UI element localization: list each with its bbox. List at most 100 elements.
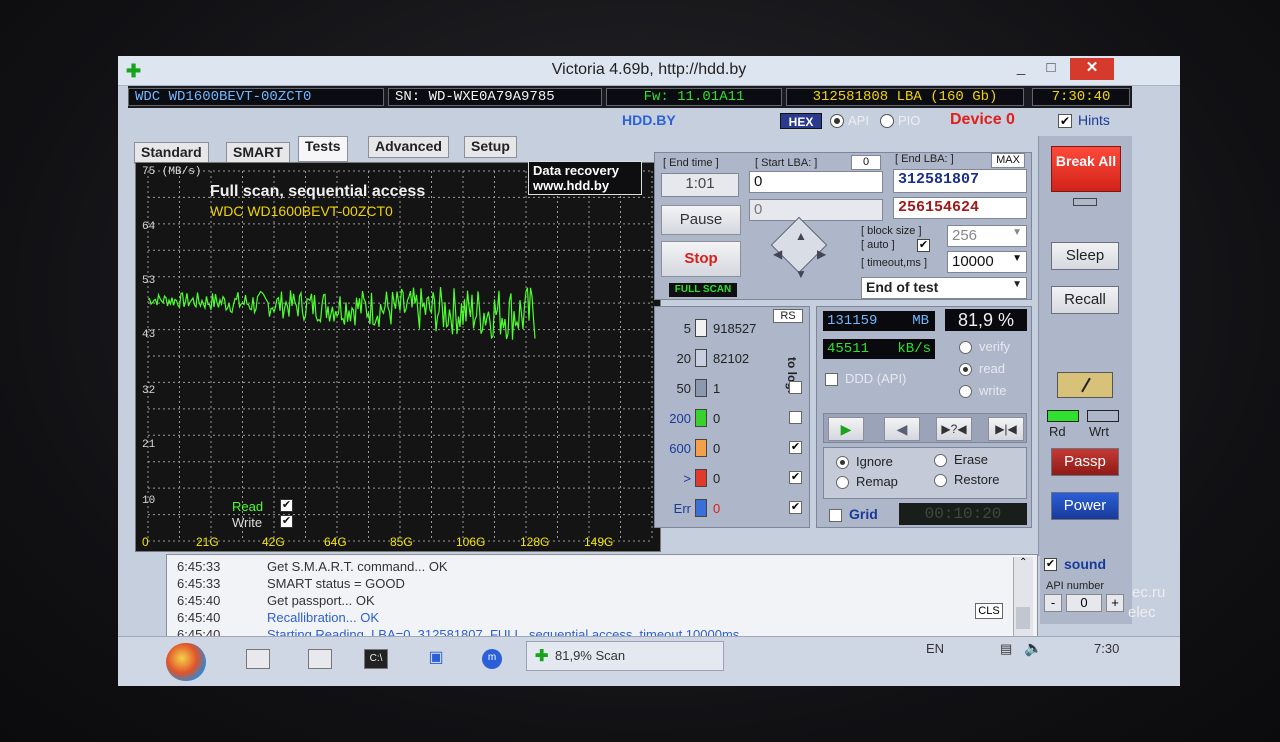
task-victoria-icon: ✚ [535,648,549,665]
hex-button[interactable]: HEX [780,113,822,129]
play-button[interactable]: ▶ [828,417,864,441]
counter-ms-label: 50 [676,381,691,396]
auto-checkbox[interactable]: ✔ [917,239,930,252]
taskbar-clock[interactable]: 7:30 [1094,641,1119,656]
progress-stats-panel: 131159 MB 81,9 % 45511 kB/s DDD (API) veri… [816,306,1032,528]
log-time: 6:45:40 [177,610,221,625]
y-tick: 32 [142,385,156,397]
save-icon[interactable]: ▣ [424,649,448,669]
api-minus-button[interactable]: - [1044,594,1062,612]
read-radio[interactable] [959,363,972,376]
timeout-field[interactable]: 10000 ▼ [947,251,1027,273]
counter-ms-label: 200 [669,411,691,426]
ignore-radio[interactable] [836,456,849,469]
write-radio[interactable] [959,385,972,398]
recall-button[interactable]: Recall [1051,286,1119,314]
volume-icon[interactable]: 🔈 [1024,639,1043,657]
playback-bar: ▶ ◀ ▶?◀ ▶|◀ [823,413,1027,443]
grid-label: Grid [849,506,878,522]
verify-radio[interactable] [959,341,972,354]
jump-button[interactable]: ▶?◀ [936,417,972,441]
log-checkbox[interactable] [789,411,802,424]
task-victoria[interactable]: ✚ 81,9% Scan [526,641,724,671]
api-number-field[interactable]: 0 [1066,594,1102,612]
scroll-up-icon[interactable]: ⌃ [1019,557,1027,568]
log-time: 6:45:40 [177,593,221,608]
rs-button[interactable]: RS [773,309,803,323]
passp-button[interactable]: Passp [1051,448,1119,476]
activity-meter-icon [1057,372,1113,398]
break-all-button[interactable]: Break All [1051,146,1121,192]
language-indicator[interactable]: EN [926,641,944,656]
block-size-value: 256 [952,227,978,244]
max-button[interactable]: MAX [991,153,1025,168]
legend-read-checkbox[interactable]: ✔ [280,499,293,512]
start-button[interactable] [166,643,206,681]
end-of-test-select[interactable]: End of test ▼ [861,277,1027,299]
tab-advanced[interactable]: Advanced [368,136,449,158]
counter-value: 0 [713,411,721,426]
direction-pad[interactable]: ▲ ▼ ◀ ▶ [755,216,841,293]
block-size-field[interactable]: 256 ▼ [947,225,1027,247]
network-icon[interactable]: ▤ [1000,641,1012,657]
counter-value: 0 [713,441,721,456]
remap-radio[interactable] [836,476,849,489]
tab-setup[interactable]: Setup [464,136,517,158]
break-indicator [1073,198,1097,206]
browser-icon[interactable]: m [482,649,502,669]
log-checkbox[interactable]: ✔ [789,501,802,514]
arrow-down-icon[interactable]: ▼ [795,267,807,281]
api-radio[interactable] [830,114,844,128]
restore-radio[interactable] [934,474,947,487]
log-checkbox[interactable] [789,381,802,394]
end-lba-field[interactable]: 312581807 [893,169,1027,193]
grid-checkbox[interactable] [829,509,842,522]
access-time-counters: RS to log: 5 918527 20 82102 50 1 200 0 600 0 ✔ >0 ✔… [654,306,810,528]
sleep-button[interactable]: Sleep [1051,242,1119,270]
pause-button[interactable]: Pause [661,205,741,235]
restore-label: Restore [954,472,1000,487]
y-tick: 64 [142,221,156,233]
counter-ms-label: Err [673,501,691,516]
end-time-field[interactable]: 1:01 [661,173,739,197]
current-lba-field: 0 [749,199,883,221]
stop-button[interactable]: Stop [661,241,741,277]
log-checkbox[interactable]: ✔ [789,471,802,484]
maximize-button[interactable]: □ [1036,58,1066,80]
ddd-checkbox[interactable] [825,373,838,386]
log-checkbox[interactable]: ✔ [789,441,802,454]
close-button[interactable]: ✕ [1070,58,1114,80]
end-button[interactable]: ▶|◀ [988,417,1024,441]
minimize-button[interactable]: _ [1006,58,1036,80]
show-desktop-icon[interactable] [246,649,270,669]
wrt-label: Wrt [1089,424,1109,439]
sound-checkbox[interactable]: ✔ [1044,558,1057,571]
cmd-icon[interactable]: C:\ [364,649,388,669]
background-text-line1: ec.ru [1132,584,1166,601]
pio-radio[interactable] [880,114,894,128]
back-button[interactable]: ◀ [884,417,920,441]
arrow-up-icon[interactable]: ▲ [795,229,807,243]
start-lba-field[interactable]: 0 [749,171,883,193]
start-lba-zero[interactable]: 0 [851,155,881,170]
event-log[interactable]: 6:45:33 Get S.M.A.R.T. command... OK 6:45:… [166,554,1038,642]
api-plus-button[interactable]: + [1106,594,1124,612]
rd-label: Rd [1049,424,1066,439]
arrow-right-icon[interactable]: ▶ [817,247,826,261]
tab-standard[interactable]: Standard [134,142,209,164]
tab-smart[interactable]: SMART [226,142,290,164]
power-button[interactable]: Power [1051,492,1119,520]
cls-button[interactable]: CLS [975,603,1003,619]
data-recovery-promo[interactable]: Data recovery www.hdd.by [528,161,642,195]
auto-label: [ auto ] [861,239,895,251]
arrow-left-icon[interactable]: ◀ [773,247,782,261]
erase-radio[interactable] [934,454,947,467]
scroll-thumb[interactable] [1016,607,1030,629]
explorer-icon[interactable] [308,649,332,669]
legend-write-checkbox[interactable]: ✔ [280,515,293,528]
log-scrollbar[interactable]: ⌃ [1013,557,1033,637]
tab-tests[interactable]: Tests [298,136,348,162]
remap-label: Remap [856,474,898,489]
hints-checkbox[interactable]: ✔ [1058,114,1072,128]
counter-ms-label: 20 [676,351,691,366]
